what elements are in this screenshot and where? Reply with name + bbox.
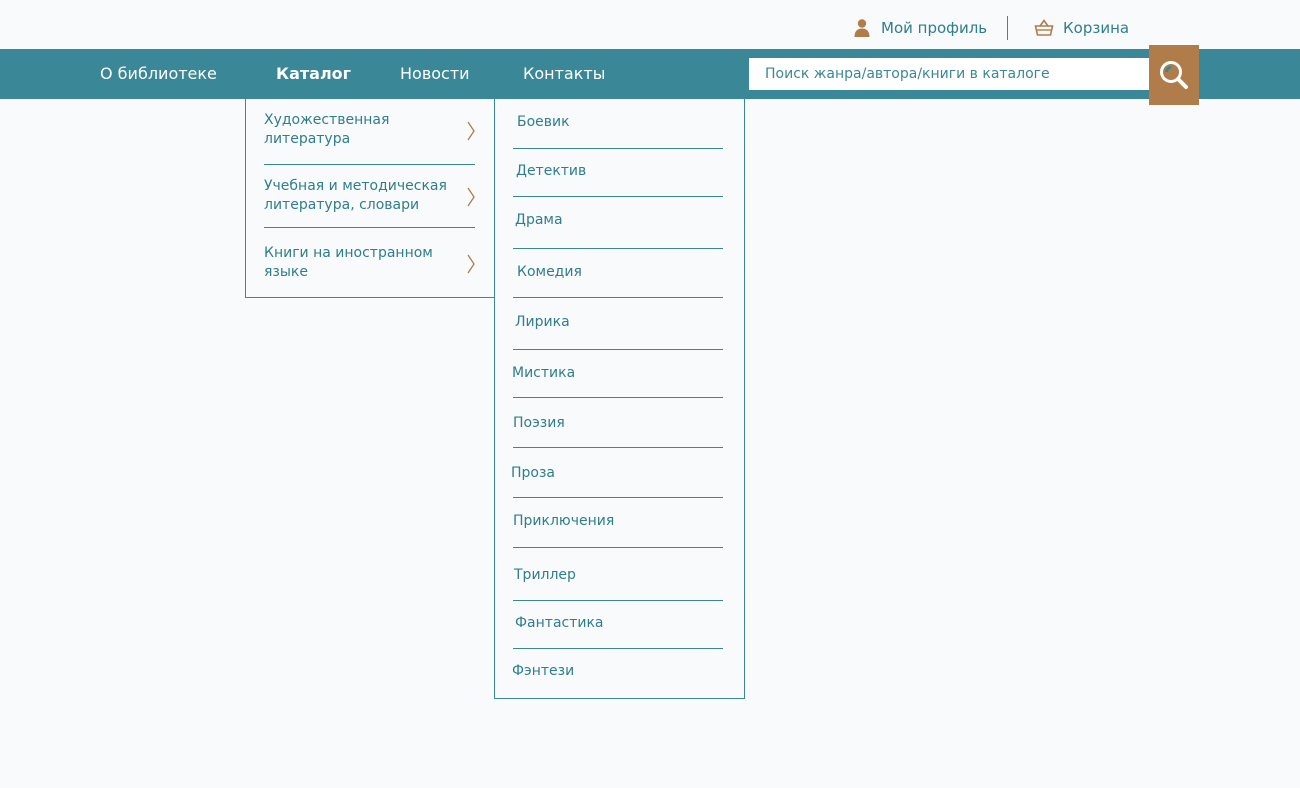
genre-sci-fi[interactable]: Фантастика [515,615,604,631]
genre-mystic[interactable]: Мистика [512,365,575,381]
chevron-right-icon [467,254,475,274]
category-fiction[interactable]: Художественная литература [264,111,475,151]
menu-divider [513,196,723,197]
basket-icon [1034,19,1054,36]
genre-detective[interactable]: Детектив [516,163,586,179]
menu-divider [513,600,723,601]
menu-divider [513,547,723,548]
category-educational[interactable]: Учебная и методическая литература, слова… [264,177,475,217]
menu-divider [513,447,723,448]
nav-item-news[interactable]: Новости [400,64,470,83]
nav-item-about[interactable]: О библиотеке [100,64,217,83]
chevron-right-icon [467,187,475,207]
menu-divider [513,248,723,249]
user-icon [854,19,870,37]
menu-divider [513,397,723,398]
menu-divider [513,297,723,298]
menu-divider [513,148,723,149]
profile-link[interactable]: Мой профиль [852,16,987,40]
genre-drama[interactable]: Драма [515,212,563,228]
top-divider [1007,16,1008,40]
genre-lyrics[interactable]: Лирика [515,314,570,330]
category-label: Книги на иностранном языке [264,245,433,280]
search-input[interactable] [749,58,1149,90]
menu-divider [513,349,723,350]
cart-label: Корзина [1063,19,1130,37]
genre-adventure[interactable]: Приключения [513,513,614,529]
top-utility-bar: Мой профиль Корзина [0,0,1300,49]
cart-link[interactable]: Корзина [1034,16,1129,40]
nav-item-contacts[interactable]: Контакты [523,64,605,83]
catalog-category-menu: Художественная литература Учебная и мето… [245,99,495,298]
category-label: Учебная и методическая литература, слова… [264,178,447,213]
category-foreign-language[interactable]: Книги на иностранном языке [264,244,475,284]
genre-comedy[interactable]: Комедия [517,264,582,280]
genre-poetry[interactable]: Поэзия [513,415,565,431]
nav-item-catalog[interactable]: Каталог [276,64,351,83]
profile-label: Мой профиль [881,19,988,37]
search-button[interactable] [1149,45,1199,105]
chevron-right-icon [467,121,475,141]
main-nav: О библиотеке Каталог Новости Контакты [0,49,1300,99]
genre-action[interactable]: Боевик [517,114,570,130]
menu-divider [513,648,723,649]
category-label: Художественная литература [264,112,390,147]
menu-divider [264,164,475,165]
genre-thriller[interactable]: Триллер [514,567,576,583]
genre-fantasy[interactable]: Фэнтези [512,663,574,679]
menu-divider [264,227,475,228]
genre-submenu: Боевик Детектив Драма Комедия Лирика Мис… [494,99,745,699]
menu-divider [513,497,723,498]
genre-prose[interactable]: Проза [511,465,555,481]
magnifier-icon [1160,61,1188,89]
